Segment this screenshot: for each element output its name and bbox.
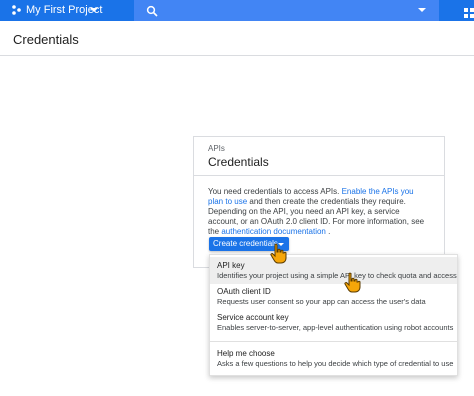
menu-item-api-key[interactable]: API key Identifies your project using a … xyxy=(210,257,457,284)
chevron-down-icon xyxy=(90,8,98,12)
desc-text: You need credentials to access APIs. xyxy=(208,187,342,196)
card-eyebrow: APIs xyxy=(208,144,225,153)
create-credentials-button[interactable]: Create credentials xyxy=(209,237,289,251)
menu-item-description: Enables server-to-server, app-level auth… xyxy=(217,323,454,332)
authentication-docs-link[interactable]: authentication documentation xyxy=(221,227,326,236)
search-icon[interactable] xyxy=(146,4,158,17)
menu-item-description: Requests user consent so your app can ac… xyxy=(217,297,426,306)
menu-item-title: API key xyxy=(217,261,245,270)
search-input[interactable] xyxy=(164,3,414,17)
chevron-down-icon xyxy=(278,243,284,246)
menu-item-description: Asks a few questions to help you decide … xyxy=(217,359,454,368)
apps-grid-icon[interactable] xyxy=(464,5,474,18)
project-icon xyxy=(12,5,21,15)
top-app-bar: My First Project xyxy=(0,0,474,21)
create-credentials-label: Create credentials xyxy=(213,239,278,248)
menu-item-help-me-choose[interactable]: Help me choose Asks a few questions to h… xyxy=(210,345,457,372)
menu-item-oauth-client-id[interactable]: OAuth client ID Requests user consent so… xyxy=(210,284,457,311)
menu-divider xyxy=(210,341,457,342)
desc-text: . xyxy=(325,227,331,236)
menu-item-title: Help me choose xyxy=(217,349,275,358)
menu-item-service-account-key[interactable]: Service account key Enables server-to-se… xyxy=(210,311,457,338)
card-title: Credentials xyxy=(208,155,269,169)
menu-item-title: OAuth client ID xyxy=(217,287,271,296)
card-description: You need credentials to access APIs. Ena… xyxy=(208,187,430,237)
card-divider xyxy=(193,175,445,176)
page-title: Credentials xyxy=(13,32,79,47)
create-credentials-menu: API key Identifies your project using a … xyxy=(209,254,458,376)
project-selector[interactable]: My First Project xyxy=(0,0,102,21)
header-divider xyxy=(0,55,474,56)
search-options-chevron-icon[interactable] xyxy=(418,8,426,12)
menu-item-title: Service account key xyxy=(217,313,289,322)
menu-item-description: Identifies your project using a simple A… xyxy=(217,271,457,280)
